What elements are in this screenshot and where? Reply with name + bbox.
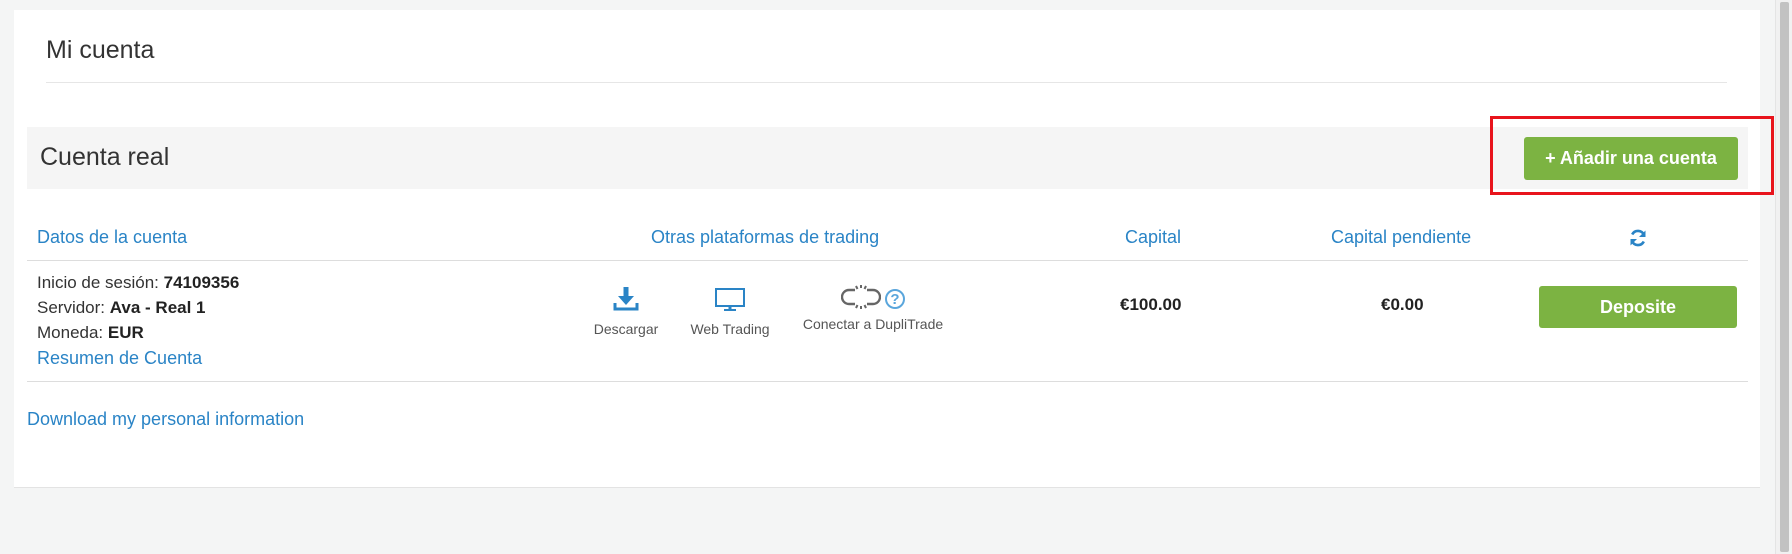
scrollbar-thumb[interactable] [1780, 2, 1789, 552]
server-line: Servidor: Ava - Real 1 [37, 298, 206, 318]
currency-value: EUR [107, 323, 144, 342]
platform-download-label: Descargar [593, 321, 659, 337]
title-divider [46, 82, 1727, 83]
currency-label: Moneda: [37, 323, 104, 342]
platform-duplitrade[interactable]: ? Conectar a DupliTrade [799, 284, 947, 332]
duplitrade-icons: ? [840, 284, 905, 315]
refresh-icon[interactable] [1628, 228, 1648, 248]
download-icon [613, 286, 639, 317]
pending-capital-value: €0.00 [1381, 295, 1424, 314]
platform-duplitrade-label: Conectar a DupliTrade [802, 316, 944, 332]
highlight-box [1490, 116, 1774, 195]
help-icon[interactable]: ? [885, 289, 905, 309]
deposit-button[interactable]: Deposite [1539, 286, 1737, 328]
login-line: Inicio de sesión: 74109356 [37, 273, 239, 293]
page-title: Mi cuenta [46, 36, 155, 64]
login-value: 74109356 [163, 273, 240, 292]
account-summary-link[interactable]: Resumen de Cuenta [37, 348, 202, 369]
table-divider-bottom [27, 381, 1748, 382]
platform-download[interactable]: Descargar [593, 286, 659, 337]
broken-link-icon [840, 284, 882, 315]
column-header-pending[interactable]: Capital pendiente [1331, 227, 1471, 248]
column-header-capital[interactable]: Capital [1125, 227, 1181, 248]
download-personal-info-link[interactable]: Download my personal information [27, 409, 304, 430]
platform-web-trading-label: Web Trading [690, 321, 770, 337]
platform-web-trading[interactable]: Web Trading [687, 286, 773, 337]
server-label: Servidor: [37, 298, 106, 317]
section-title: Cuenta real [40, 143, 170, 171]
login-label: Inicio de sesión: [37, 273, 159, 292]
capital-value: €100.00 [1120, 295, 1182, 314]
currency-line: Moneda: EUR [37, 323, 144, 343]
column-header-platforms[interactable]: Otras plataformas de trading [651, 227, 879, 248]
server-value: Ava - Real 1 [109, 298, 206, 317]
table-divider [27, 260, 1748, 261]
monitor-icon [714, 286, 746, 317]
column-header-details[interactable]: Datos de la cuenta [37, 227, 187, 248]
scrollbar[interactable] [1775, 0, 1792, 554]
